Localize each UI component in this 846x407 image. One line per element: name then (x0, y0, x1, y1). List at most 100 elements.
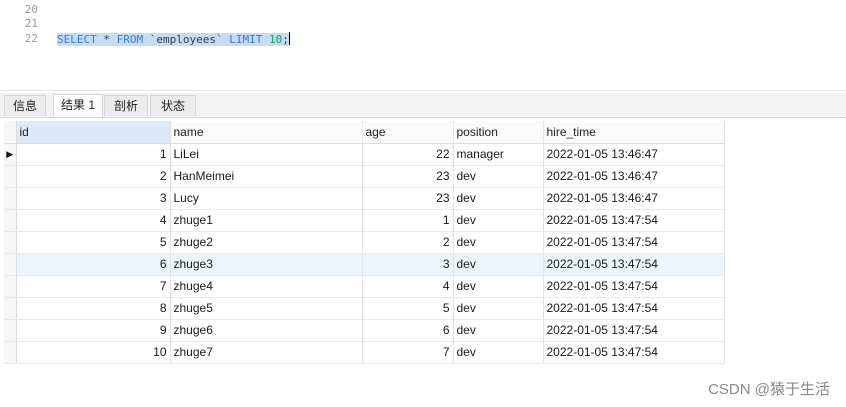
cell-hire-time[interactable]: 2022-01-05 13:47:54 (543, 297, 725, 320)
cell-id[interactable]: 8 (16, 297, 171, 320)
cell-hire-time[interactable]: 2022-01-05 13:47:54 (543, 231, 725, 254)
cell-hire-time[interactable]: 2022-01-05 13:47:54 (543, 319, 725, 342)
row-marker[interactable] (4, 253, 17, 276)
row-marker[interactable] (4, 297, 17, 320)
cell-name[interactable]: HanMeimei (170, 165, 363, 188)
table-row[interactable]: 5 zhuge2 2 dev 2022-01-05 13:47:54 (4, 231, 725, 254)
cell-hire-time[interactable]: 2022-01-05 13:46:47 (543, 165, 725, 188)
cell-name[interactable]: zhuge2 (170, 231, 363, 254)
row-marker[interactable] (4, 319, 17, 342)
sql-keyword: LIMIT (229, 33, 263, 46)
cell-age[interactable]: 22 (362, 143, 454, 166)
row-header-corner (4, 121, 17, 144)
cell-position[interactable]: dev (453, 209, 544, 232)
column-header-position[interactable]: position (453, 121, 544, 144)
cell-hire-time[interactable]: 2022-01-05 13:47:54 (543, 275, 725, 298)
header-row: id name age position hire_time (4, 121, 725, 144)
cell-id[interactable]: 4 (16, 209, 171, 232)
text-caret (288, 32, 290, 45)
row-marker[interactable] (4, 341, 17, 364)
sql-keyword: SELECT (57, 33, 97, 46)
table-row[interactable]: 2 HanMeimei 23 dev 2022-01-05 13:46:47 (4, 165, 725, 188)
result-grid: id name age position hire_time ▶ 1 LiLei 22… (4, 121, 725, 364)
watermark: CSDN @猿于生活 (708, 381, 830, 398)
table-row[interactable]: 4 zhuge1 1 dev 2022-01-05 13:47:54 (4, 209, 725, 232)
cell-position[interactable]: dev (453, 341, 544, 364)
tab-profile[interactable]: 剖析 (104, 95, 148, 116)
line-number: 21 (24, 17, 38, 30)
row-marker[interactable] (4, 209, 17, 232)
cell-name[interactable]: zhuge4 (170, 275, 363, 298)
cell-hire-time[interactable]: 2022-01-05 13:47:54 (543, 209, 725, 232)
column-header-hire-time[interactable]: hire_time (543, 121, 725, 144)
cell-name[interactable]: zhuge3 (170, 253, 363, 276)
cell-hire-time[interactable]: 2022-01-05 13:47:54 (543, 341, 725, 364)
cell-name[interactable]: zhuge1 (170, 209, 363, 232)
cell-id[interactable]: 9 (16, 319, 171, 342)
result-tab-bar: 信息 结果 1 剖析 状态 (0, 93, 846, 118)
column-header-id[interactable]: id (16, 121, 171, 144)
cell-position[interactable]: manager (453, 143, 544, 166)
cell-position[interactable]: dev (453, 187, 544, 210)
sql-number: 10 (268, 33, 283, 46)
cell-name[interactable]: LiLei (170, 143, 363, 166)
cell-age[interactable]: 7 (362, 341, 454, 364)
line-number: 20 (24, 3, 38, 16)
sql-editor[interactable]: 20 21 22 SELECT * FROM `employees` LIMIT… (0, 0, 846, 91)
cell-id[interactable]: 1 (16, 143, 171, 166)
tab-result-1[interactable]: 结果 1 (53, 94, 103, 117)
table-row[interactable]: 3 Lucy 23 dev 2022-01-05 13:46:47 (4, 187, 725, 210)
cell-id[interactable]: 2 (16, 165, 171, 188)
table-row[interactable]: 7 zhuge4 4 dev 2022-01-05 13:47:54 (4, 275, 725, 298)
column-header-age[interactable]: age (362, 121, 454, 144)
cell-position[interactable]: dev (453, 165, 544, 188)
cell-age[interactable]: 4 (362, 275, 454, 298)
tab-info[interactable]: 信息 (4, 95, 46, 116)
sql-keyword: FROM (116, 33, 144, 46)
table-row[interactable]: 10 zhuge7 7 dev 2022-01-05 13:47:54 (4, 341, 725, 364)
current-row-indicator-icon[interactable]: ▶ (4, 143, 17, 166)
cell-age[interactable]: 23 (362, 187, 454, 210)
sql-text: * (96, 33, 117, 46)
cell-id[interactable]: 5 (16, 231, 171, 254)
cell-position[interactable]: dev (453, 319, 544, 342)
table-row[interactable]: 8 zhuge5 5 dev 2022-01-05 13:47:54 (4, 297, 725, 320)
cell-position[interactable]: dev (453, 297, 544, 320)
cell-hire-time[interactable]: 2022-01-05 13:46:47 (543, 143, 725, 166)
cell-hire-time[interactable]: 2022-01-05 13:46:47 (543, 187, 725, 210)
cell-age[interactable]: 2 (362, 231, 454, 254)
row-marker[interactable] (4, 275, 17, 298)
cell-hire-time[interactable]: 2022-01-05 13:47:54 (543, 253, 725, 276)
cell-age[interactable]: 5 (362, 297, 454, 320)
cell-age[interactable]: 6 (362, 319, 454, 342)
line-number: 22 (24, 32, 38, 45)
cell-age[interactable]: 23 (362, 165, 454, 188)
sql-table-name: `employees` (143, 33, 230, 46)
cell-age[interactable]: 1 (362, 209, 454, 232)
cell-position[interactable]: dev (453, 275, 544, 298)
cell-id[interactable]: 3 (16, 187, 171, 210)
cell-id[interactable]: 7 (16, 275, 171, 298)
table-row[interactable]: ▶ 1 LiLei 22 manager 2022-01-05 13:46:47 (4, 143, 725, 166)
table-row[interactable]: 9 zhuge6 6 dev 2022-01-05 13:47:54 (4, 319, 725, 342)
selected-sql-text[interactable]: SELECT * FROM `employees` LIMIT 10; (57, 33, 289, 46)
cell-position[interactable]: dev (453, 231, 544, 254)
row-marker[interactable] (4, 165, 17, 188)
line-number-gutter: 20 21 22 (0, 0, 42, 90)
cell-name[interactable]: zhuge6 (170, 319, 363, 342)
cell-age[interactable]: 3 (362, 253, 454, 276)
cell-position[interactable]: dev (453, 253, 544, 276)
sql-text: ; (282, 33, 289, 46)
cell-name[interactable]: zhuge7 (170, 341, 363, 364)
cell-name[interactable]: Lucy (170, 187, 363, 210)
tab-status[interactable]: 状态 (150, 95, 196, 116)
cell-name[interactable]: zhuge5 (170, 297, 363, 320)
cell-id[interactable]: 10 (16, 341, 171, 364)
row-marker[interactable] (4, 187, 17, 210)
table-row[interactable]: 6 zhuge3 3 dev 2022-01-05 13:47:54 (4, 253, 725, 276)
sql-code-line[interactable]: SELECT * FROM `employees` LIMIT 10; (57, 32, 290, 46)
column-header-name[interactable]: name (170, 121, 363, 144)
row-marker[interactable] (4, 231, 17, 254)
cell-id[interactable]: 6 (16, 253, 171, 276)
